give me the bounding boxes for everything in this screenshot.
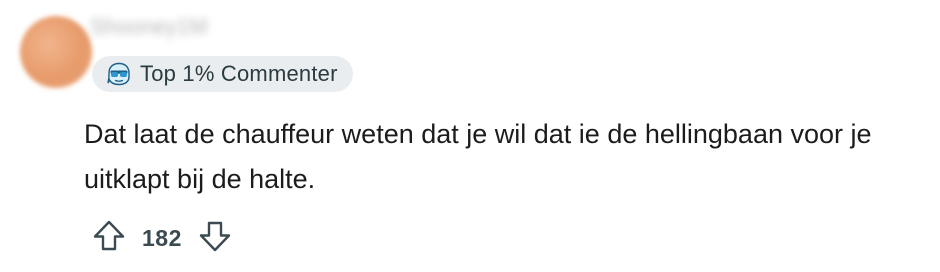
comment-body: Dat laat de chauffeur weten dat je wil d… (84, 119, 872, 194)
sunglasses-badge-icon (106, 61, 132, 87)
avatar[interactable] (20, 16, 92, 88)
upvote-button[interactable] (90, 219, 128, 257)
downvote-button[interactable] (196, 219, 234, 257)
vote-score: 182 (142, 224, 182, 251)
comment: Shooney1M Top 1% Commenter Dat laat de c… (0, 0, 940, 272)
commenter-badge[interactable]: Top 1% Commenter (92, 56, 353, 92)
badge-label: Top 1% Commenter (140, 61, 338, 86)
arrow-up-icon (92, 219, 126, 258)
vote-bar: 182 (90, 218, 234, 258)
author-username[interactable]: Shooney1M (90, 12, 207, 42)
arrow-down-icon (198, 219, 232, 258)
